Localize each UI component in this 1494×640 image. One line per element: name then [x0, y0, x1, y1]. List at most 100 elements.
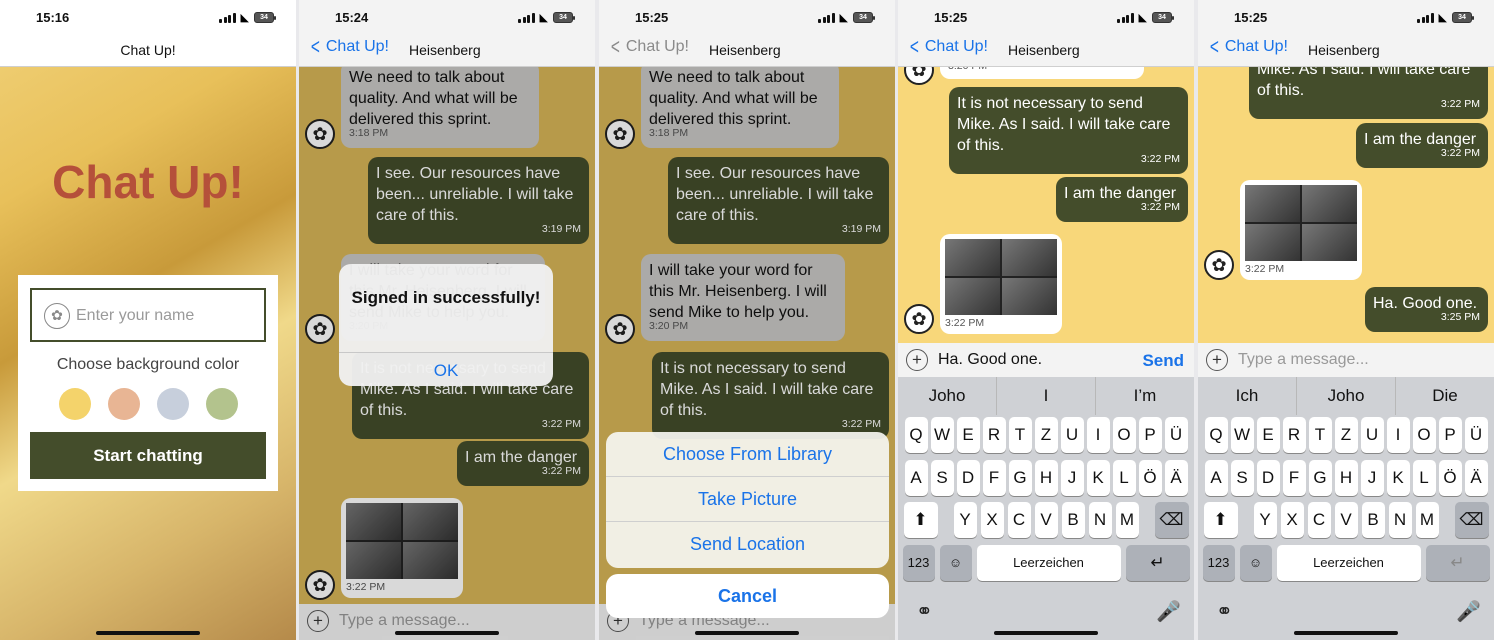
start-chatting-button[interactable]: Start chatting	[30, 432, 266, 479]
key[interactable]: O	[1412, 417, 1436, 453]
key[interactable]: N	[1388, 502, 1412, 538]
plus-icon[interactable]: +	[1206, 349, 1228, 371]
take-picture-button[interactable]: Take Picture	[606, 477, 889, 522]
key[interactable]: Q	[904, 417, 928, 453]
back-button[interactable]: < Chat Up!	[309, 36, 389, 58]
key[interactable]: M	[1115, 502, 1139, 538]
cancel-button[interactable]: Cancel	[606, 574, 889, 618]
key[interactable]: P	[1438, 417, 1462, 453]
key[interactable]: Ä	[1164, 460, 1188, 496]
key[interactable]: I	[1086, 417, 1110, 453]
key[interactable]: I	[1386, 417, 1410, 453]
key[interactable]: H	[1034, 460, 1058, 496]
key[interactable]: L	[1412, 460, 1436, 496]
microphone-icon[interactable]: 🎤	[1456, 599, 1481, 624]
key[interactable]: A	[904, 460, 928, 496]
key[interactable]: D	[956, 460, 980, 496]
key[interactable]: C	[1007, 502, 1031, 538]
globe-icon[interactable]: ⚭	[916, 599, 933, 624]
key[interactable]: N	[1088, 502, 1112, 538]
color-swatch-green[interactable]	[206, 388, 238, 420]
image-message[interactable]: 3:22 PM	[940, 234, 1062, 334]
key[interactable]: F	[982, 460, 1006, 496]
key[interactable]: E	[1256, 417, 1280, 453]
key[interactable]: K	[1086, 460, 1110, 496]
key[interactable]: Y	[1253, 502, 1277, 538]
key[interactable]: P	[1138, 417, 1162, 453]
color-swatch-peach[interactable]	[108, 388, 140, 420]
key[interactable]: W	[1230, 417, 1254, 453]
key[interactable]: Q	[1204, 417, 1228, 453]
key[interactable]: J	[1060, 460, 1084, 496]
key[interactable]: G	[1308, 460, 1332, 496]
delete-key[interactable]: ⌫	[1154, 502, 1189, 538]
suggestion[interactable]: Joho	[1297, 377, 1396, 415]
emoji-key[interactable]: ☺	[939, 545, 972, 581]
key[interactable]: V	[1034, 502, 1058, 538]
suggestion[interactable]: I’m	[1096, 377, 1194, 415]
key[interactable]: O	[1112, 417, 1136, 453]
numbers-key[interactable]: 123	[902, 545, 935, 581]
key[interactable]: R	[982, 417, 1006, 453]
key[interactable]: D	[1256, 460, 1280, 496]
key[interactable]: Ö	[1438, 460, 1462, 496]
color-swatch-blue[interactable]	[157, 388, 189, 420]
delete-key[interactable]: ⌫	[1454, 502, 1489, 538]
suggestion[interactable]: Ich	[1198, 377, 1297, 415]
message-list[interactable]: Mike. As I said. I will take care of thi…	[1198, 67, 1494, 367]
emoji-key[interactable]: ☺	[1239, 545, 1272, 581]
message-list[interactable]: 3:20 PM ✿ It is not necessary to send Mi…	[898, 67, 1194, 367]
message-input[interactable]: Type a message...	[1238, 351, 1369, 369]
back-button[interactable]: < Chat Up!	[908, 36, 988, 58]
key[interactable]: G	[1008, 460, 1032, 496]
key[interactable]: B	[1361, 502, 1385, 538]
globe-icon[interactable]: ⚭	[1216, 599, 1233, 624]
key[interactable]: Z	[1034, 417, 1058, 453]
key[interactable]: W	[930, 417, 954, 453]
suggestion[interactable]: I	[997, 377, 1096, 415]
key[interactable]: L	[1112, 460, 1136, 496]
suggestion[interactable]: Joho	[898, 377, 997, 415]
message-input[interactable]: Ha. Good one.	[938, 351, 1042, 369]
color-swatch-yellow[interactable]	[59, 388, 91, 420]
suggestion[interactable]: Die	[1396, 377, 1494, 415]
key[interactable]: Z	[1334, 417, 1358, 453]
return-key[interactable]: ↵	[1425, 545, 1490, 581]
plus-icon[interactable]: +	[906, 349, 928, 371]
key[interactable]: E	[956, 417, 980, 453]
key[interactable]: H	[1334, 460, 1358, 496]
key[interactable]: U	[1060, 417, 1084, 453]
choose-from-library-button[interactable]: Choose From Library	[606, 432, 889, 477]
microphone-icon[interactable]: 🎤	[1156, 599, 1181, 624]
shift-key[interactable]: ⬆	[1203, 502, 1238, 538]
back-button[interactable]: < Chat Up!	[1208, 36, 1288, 58]
alert-ok-button[interactable]: OK	[339, 352, 553, 381]
key[interactable]: Ü	[1464, 417, 1488, 453]
key[interactable]: S	[930, 460, 954, 496]
image-message[interactable]: 3:22 PM	[1240, 180, 1362, 280]
numbers-key[interactable]: 123	[1202, 545, 1235, 581]
return-key[interactable]: ↵	[1125, 545, 1190, 581]
key[interactable]: U	[1360, 417, 1384, 453]
send-location-button[interactable]: Send Location	[606, 522, 889, 567]
key[interactable]: S	[1230, 460, 1254, 496]
key[interactable]: M	[1415, 502, 1439, 538]
space-key[interactable]: Leerzeichen	[976, 545, 1121, 581]
key[interactable]: B	[1061, 502, 1085, 538]
key[interactable]: A	[1204, 460, 1228, 496]
key[interactable]: Ü	[1164, 417, 1188, 453]
back-button[interactable]: < Chat Up!	[609, 36, 689, 58]
send-button[interactable]: Send	[1142, 351, 1184, 371]
key[interactable]: X	[1280, 502, 1304, 538]
key[interactable]: K	[1386, 460, 1410, 496]
name-input[interactable]: ✿ Enter your name	[30, 288, 266, 342]
key[interactable]: R	[1282, 417, 1306, 453]
key[interactable]: X	[980, 502, 1004, 538]
key[interactable]: T	[1008, 417, 1032, 453]
key[interactable]: C	[1307, 502, 1331, 538]
key[interactable]: F	[1282, 460, 1306, 496]
key[interactable]: T	[1308, 417, 1332, 453]
key[interactable]: Ö	[1138, 460, 1162, 496]
key[interactable]: Y	[953, 502, 977, 538]
shift-key[interactable]: ⬆	[903, 502, 938, 538]
